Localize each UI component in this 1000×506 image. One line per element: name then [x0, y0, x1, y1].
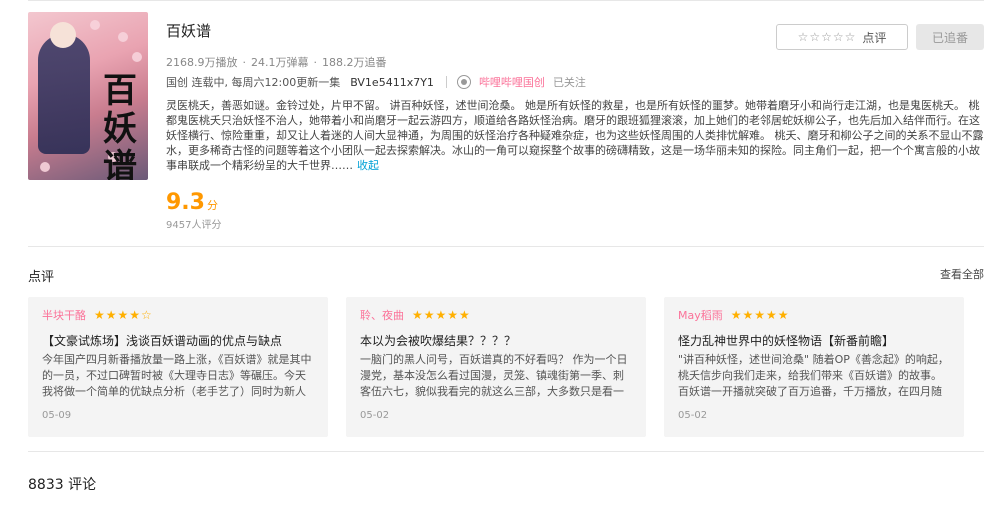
review-body: 今年国产四月新番播放量一路上涨，《百妖谱》就是其中的一员，不过口碑暂时被《大理寺… — [42, 353, 312, 398]
score-unit: 分 — [206, 199, 218, 212]
follow-count: 188.2万追番 — [322, 56, 387, 69]
empty-stars-icon: ☆☆☆☆☆ — [797, 30, 857, 44]
review-card[interactable]: 聆、夜曲 ★★★★★ 本以为会被吹爆结果？？？？ 一脑门的黑人问号，百妖谱真的不… — [346, 297, 646, 437]
view-all-link[interactable]: 查看全部 — [940, 266, 984, 282]
follow-button[interactable]: 已追番 — [916, 24, 984, 50]
rate-button-label: 点评 — [862, 30, 887, 45]
series-info: 国创 连载中, 每周六12:00更新一集 — [166, 76, 341, 89]
tv-icon — [456, 75, 471, 89]
review-title[interactable]: 【文豪试炼场】浅谈百妖谱动画的优点与缺点 — [42, 332, 314, 349]
meta-row: 国创 连载中, 每周六12:00更新一集 BV1e5411x7Y1 哔哩哔哩国创… — [166, 74, 586, 90]
section-divider — [28, 451, 984, 452]
play-count: 2168.9万播放 — [166, 56, 238, 69]
bvid: BV1e5411x7Y1 — [350, 75, 434, 89]
stats-row: 2168.9万播放 · 24.1万弹幕 · 188.2万追番 — [166, 56, 387, 69]
comment-count: 8833 评论 — [28, 477, 97, 493]
review-card[interactable]: 半块干酪 ★★★★☆ 【文豪试炼场】浅谈百妖谱动画的优点与缺点 今年国产四月新番… — [28, 297, 328, 437]
review-title[interactable]: 怪力乱神世界中的妖怪物语【新番前瞻】 — [678, 332, 950, 349]
meta-separator — [445, 76, 447, 88]
description: 灵医桃夭，善恶如谜。金铃过处，片甲不留。 讲百种妖怪，述世间沧桑。 她是所有妖怪… — [166, 99, 984, 172]
review-body: "讲百种妖怪，述世间沧桑" 随着OP《善念起》的响起，桃夭信步向我们走来，给我们… — [678, 353, 949, 398]
review-body: 一脑门的黑人问号，百妖谱真的不好看吗？ 作为一个日漫党，基本没怎么看过国漫，灵笼… — [360, 353, 628, 398]
score-value: 9.3 — [166, 190, 205, 215]
collapse-link[interactable]: 收起 — [357, 159, 379, 172]
page-title: 百妖谱 — [166, 22, 212, 40]
review-user[interactable]: 半块干酪 — [42, 307, 86, 323]
review-user[interactable]: May稻雨 — [678, 307, 723, 323]
section-divider — [28, 246, 984, 247]
review-date: 05-09 — [42, 410, 72, 421]
review-title[interactable]: 本以为会被吹爆结果？？？？ — [360, 332, 632, 349]
rate-button[interactable]: ☆☆☆☆☆ 点评 — [776, 24, 908, 50]
review-user[interactable]: 聆、夜曲 — [360, 307, 404, 323]
followed-status[interactable]: 已关注 — [553, 74, 586, 90]
rating-stars-icon: ★★★★★ — [730, 308, 790, 322]
cover-image[interactable]: 百妖谱 — [28, 12, 148, 180]
rating-stars-icon: ★★★★★ — [412, 308, 471, 322]
score: 9.3 分 — [166, 190, 218, 215]
cover-calligraphy: 百妖谱 — [103, 71, 137, 180]
rater-count: 9457人评分 — [166, 220, 222, 231]
official-account-link[interactable]: 哔哩哔哩国创 — [479, 74, 545, 90]
top-divider — [28, 0, 984, 1]
review-date: 05-02 — [678, 410, 708, 421]
danmaku-count: 24.1万弹幕 — [251, 56, 309, 69]
review-card[interactable]: May稻雨 ★★★★★ 怪力乱神世界中的妖怪物语【新番前瞻】 "讲百种妖怪，述世… — [664, 297, 964, 437]
review-date: 05-02 — [360, 410, 390, 421]
reviews-title: 点评 — [28, 270, 55, 285]
rating-stars-icon: ★★★★☆ — [94, 308, 153, 322]
